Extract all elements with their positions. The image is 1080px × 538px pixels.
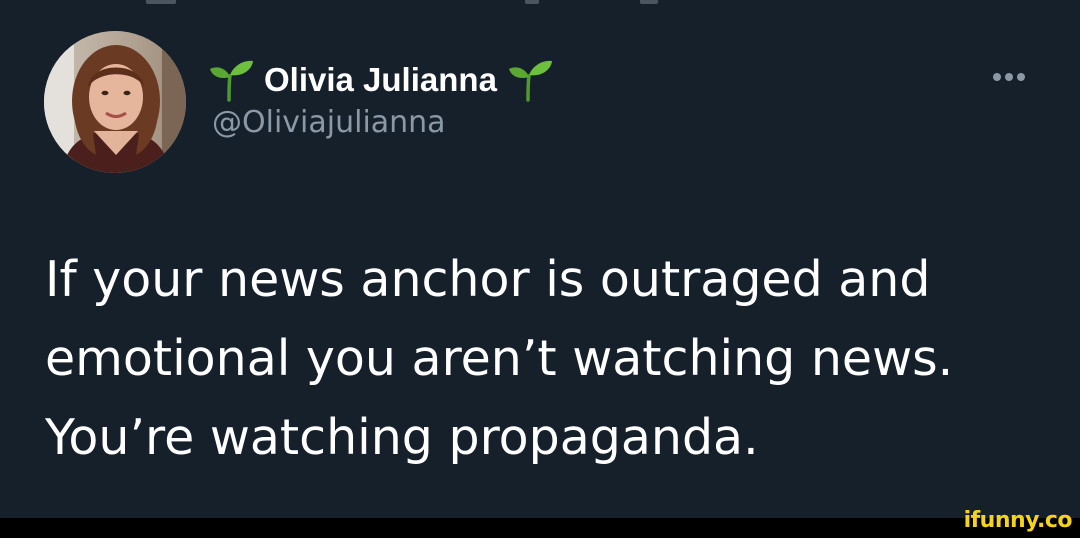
footer-bar <box>0 518 1080 538</box>
more-dots-icon <box>1017 73 1025 81</box>
tweet-card: Olivia Julianna @Oliviajulianna If your … <box>0 0 1080 518</box>
more-dots-icon <box>993 73 1001 81</box>
tweet-text: If your news anchor is outraged and emot… <box>45 240 1055 477</box>
watermark-logo: ifunny.co <box>963 508 1073 533</box>
author-name-row[interactable]: Olivia Julianna <box>208 54 553 104</box>
author-handle[interactable]: @Oliviajulianna <box>212 108 446 138</box>
tweet-text-line: You’re watching propaganda. <box>45 409 759 466</box>
tweet-text-line: If your news anchor is outraged and <box>45 251 931 308</box>
avatar[interactable] <box>44 31 186 173</box>
more-options-button[interactable] <box>982 62 1036 92</box>
author-display-name[interactable]: Olivia Julianna <box>264 63 497 96</box>
more-dots-icon <box>1005 73 1013 81</box>
seedling-icon <box>210 60 253 102</box>
tweet-text-line: emotional you aren’t watching news. <box>45 330 954 387</box>
seedling-icon <box>508 60 552 102</box>
avatar-image <box>44 31 186 173</box>
